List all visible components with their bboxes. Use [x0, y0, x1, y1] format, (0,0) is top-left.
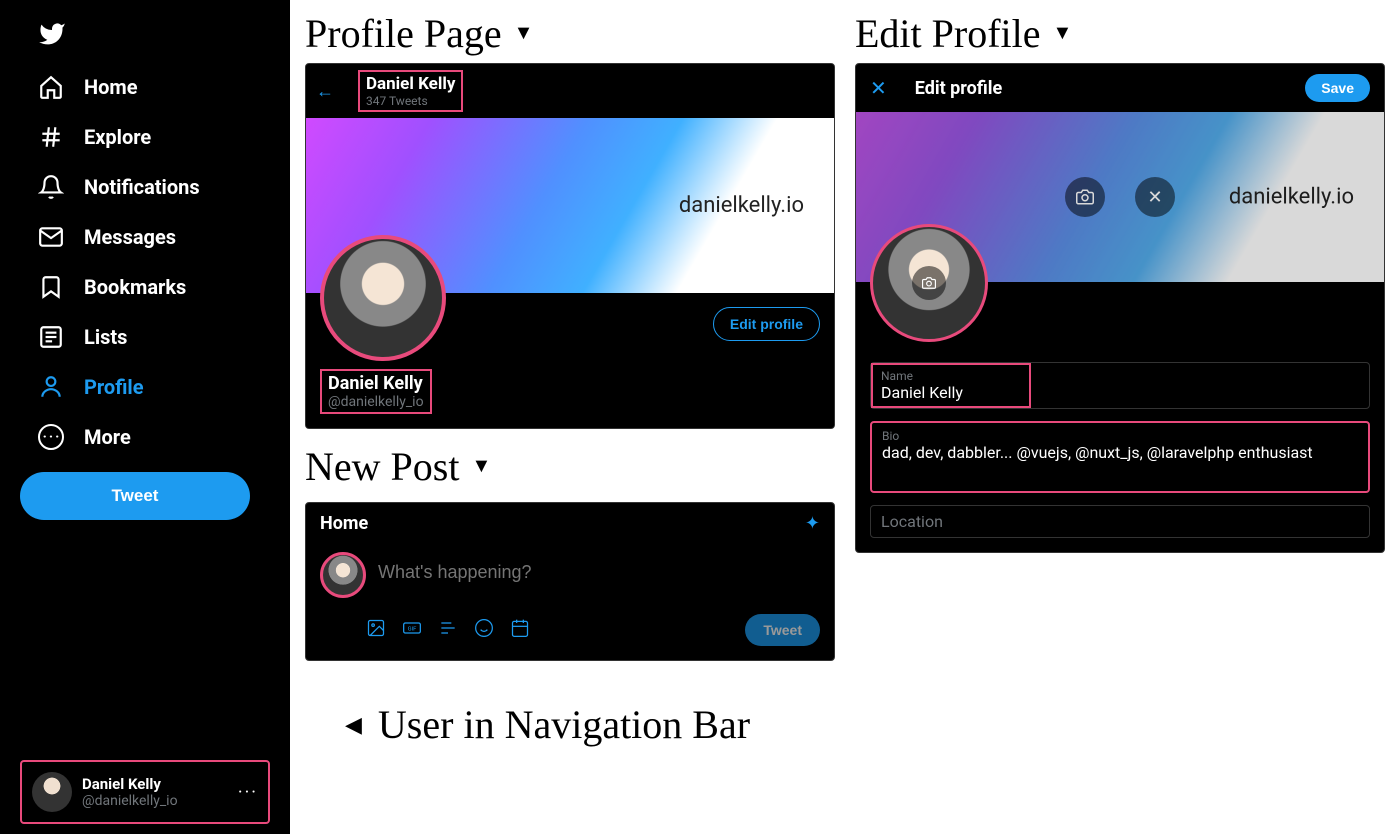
compose-avatar	[320, 552, 366, 598]
section-profile-title: Profile Page▼	[305, 10, 835, 57]
bio-input[interactable]	[882, 443, 1358, 481]
sidebar: Home Explore Notifications Messages Book…	[0, 0, 290, 834]
close-icon[interactable]: ✕	[870, 76, 887, 100]
hash-icon	[38, 124, 64, 150]
nav-label: Home	[84, 75, 138, 99]
banner-text: danielkelly.io	[679, 193, 804, 218]
bell-icon	[38, 174, 64, 200]
profile-name-handle-box: Daniel Kelly @danielkelly_io	[320, 369, 432, 414]
nav-label: Profile	[84, 375, 144, 399]
caret-down-icon: ▼	[514, 22, 534, 45]
compose-header: Home	[320, 513, 368, 534]
svg-text:GIF: GIF	[408, 626, 418, 632]
profile-display-name: Daniel Kelly	[328, 373, 424, 394]
list-icon	[38, 324, 64, 350]
camera-icon[interactable]	[1065, 177, 1105, 217]
camera-icon[interactable]	[912, 266, 946, 300]
nav-profile[interactable]: Profile	[20, 362, 270, 412]
profile-tweet-count: 347 Tweets	[366, 94, 455, 108]
remove-banner-icon[interactable]: ✕	[1135, 177, 1175, 217]
compose-input[interactable]	[378, 552, 820, 593]
nav-home[interactable]: Home	[20, 62, 270, 112]
twitter-logo[interactable]	[20, 10, 270, 62]
home-icon	[38, 74, 64, 100]
name-input[interactable]	[881, 383, 1021, 402]
tweet-button[interactable]: Tweet	[20, 472, 250, 520]
schedule-icon[interactable]	[510, 618, 530, 643]
banner-text: danielkelly.io	[1229, 185, 1354, 210]
mail-icon	[38, 224, 64, 250]
caret-left-icon: ◀	[345, 712, 362, 738]
section-edit-title: Edit Profile▼	[855, 10, 1385, 57]
section-newpost-title: New Post▼	[305, 443, 835, 490]
location-input[interactable]	[881, 512, 1359, 531]
edit-profile-card: ✕ Edit profile Save danielkelly.io ✕	[855, 63, 1385, 553]
nav-label: More	[84, 425, 131, 449]
save-button[interactable]: Save	[1305, 74, 1370, 102]
caret-down-icon: ▼	[1053, 22, 1073, 45]
location-field[interactable]	[870, 505, 1370, 538]
bio-field[interactable]: Bio	[870, 421, 1370, 493]
sparkle-icon[interactable]: ✦	[805, 513, 820, 534]
nav-more[interactable]: ··· More	[20, 412, 270, 462]
emoji-icon[interactable]	[474, 618, 494, 643]
nav-label: Notifications	[84, 175, 200, 199]
caption-user-nav: ◀ User in Navigation Bar	[345, 701, 1385, 748]
more-icon: ···	[38, 424, 64, 450]
edit-profile-title: Edit profile	[915, 78, 1003, 99]
nav-messages[interactable]: Messages	[20, 212, 270, 262]
edit-profile-button[interactable]: Edit profile	[713, 307, 820, 341]
edit-avatar[interactable]	[870, 224, 988, 342]
image-icon[interactable]	[366, 618, 386, 643]
sidebar-avatar	[32, 772, 72, 812]
nav-label: Explore	[84, 125, 151, 149]
profile-card: ← Daniel Kelly 347 Tweets danielkelly.io…	[305, 63, 835, 429]
gif-icon[interactable]: GIF	[402, 618, 422, 643]
person-icon	[38, 374, 64, 400]
nav-label: Bookmarks	[84, 275, 186, 299]
poll-icon[interactable]	[438, 618, 458, 643]
profile-header-name-box: Daniel Kelly 347 Tweets	[358, 70, 463, 112]
profile-avatar[interactable]	[320, 235, 446, 361]
nav-label: Lists	[84, 325, 127, 349]
sidebar-username: Daniel Kelly	[82, 775, 178, 793]
caret-down-icon: ▼	[471, 455, 491, 478]
sidebar-user-box[interactable]: Daniel Kelly @danielkelly_io ···	[20, 760, 270, 824]
nav-bookmarks[interactable]: Bookmarks	[20, 262, 270, 312]
nav-lists[interactable]: Lists	[20, 312, 270, 362]
nav-explore[interactable]: Explore	[20, 112, 270, 162]
profile-handle: @danielkelly_io	[328, 394, 424, 410]
nav-label: Messages	[84, 225, 176, 249]
compose-tweet-button[interactable]: Tweet	[745, 614, 820, 646]
bookmark-icon	[38, 274, 64, 300]
name-label: Name	[881, 369, 1021, 383]
compose-card: Home ✦ GIF	[305, 502, 835, 661]
profile-header-name: Daniel Kelly	[366, 74, 455, 94]
back-arrow-icon[interactable]: ←	[316, 81, 334, 102]
more-dots-icon[interactable]: ···	[238, 782, 258, 803]
bio-label: Bio	[882, 429, 1358, 443]
sidebar-handle: @danielkelly_io	[82, 793, 178, 809]
name-field-wrapper[interactable]: Name	[870, 362, 1370, 409]
nav-notifications[interactable]: Notifications	[20, 162, 270, 212]
